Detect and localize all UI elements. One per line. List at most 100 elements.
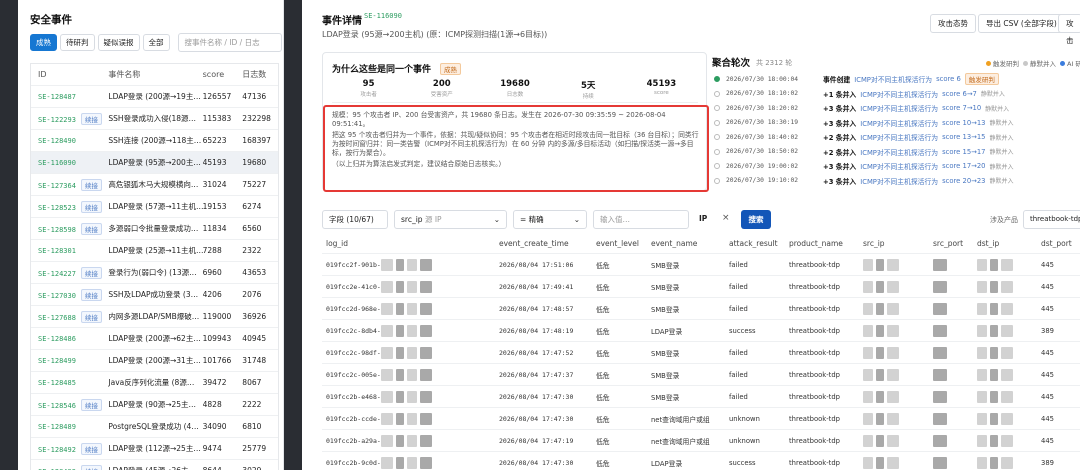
filter-mature[interactable]: 成熟	[30, 34, 57, 51]
event-score: 45193	[202, 158, 227, 167]
create-time-cell: 2026/08/04 17:47:30	[495, 393, 592, 401]
event-name: LDAP登录 (95源→200主…	[108, 158, 201, 167]
log-id-cell: 019fcc2f-901b-	[322, 258, 495, 271]
export-csv-button[interactable]: 导出 CSV (全部字段)	[978, 14, 1065, 33]
table-row[interactable]: 019fcc2b-e468- 2026/08/04 17:47:30 低危 SMB登录…	[322, 386, 1080, 408]
col-product-name[interactable]: product_name	[785, 239, 859, 248]
table-row[interactable]: 019fcc2c-98df- 2026/08/04 17:47:52 低危 SMB登录…	[322, 342, 1080, 364]
redacted-block	[933, 456, 947, 469]
value-input[interactable]: 输入值…	[593, 210, 689, 229]
round-item[interactable]: 2026/07/30 18:30:19 +3 条并入 ICMP对不同主机探活行为 sc…	[712, 116, 1080, 131]
event-row[interactable]: SE-127688 续接 内网多源LDAP/SMB爆破… 119000 36926	[31, 306, 278, 328]
col-dst-ip[interactable]: dst_ip	[973, 239, 1037, 248]
event-row[interactable]: SE-128489 PostgreSQL登录成功 (4… 34090 6810	[31, 416, 278, 438]
col-log-id[interactable]: log_id	[322, 239, 495, 248]
redacted-block	[977, 456, 987, 469]
event-row[interactable]: SE-128598 续接 多源弱口令批量登录成功… 11834 6560	[31, 218, 278, 240]
col-logs[interactable]: 日志数	[242, 69, 278, 80]
event-row[interactable]: SE-124227 续接 登录行为(弱口令) (13源… 6960 43653	[31, 262, 278, 284]
filter-false-positive[interactable]: 疑似误报	[97, 34, 140, 51]
dst-port-cell-text: 445	[1041, 260, 1054, 269]
event-row[interactable]: SE-116090 LDAP登录 (95源→200主… 45193 19680	[31, 152, 278, 174]
src-ip-select[interactable]: src_ip 源 IP ⌄	[394, 210, 507, 229]
col-id[interactable]: ID	[31, 70, 108, 79]
event-row[interactable]: SE-128499 LDAP登录 (200源→31主… 101766 31748	[31, 350, 278, 372]
attack-situation-button[interactable]: 攻击态势	[930, 14, 976, 33]
field-select[interactable]: 字段 (10/67)	[322, 210, 388, 229]
redacted-block	[990, 258, 998, 271]
event-row[interactable]: SE-128523 续接 LDAP登录 (57源→11主机… 19153 6274	[31, 196, 278, 218]
redacted-block	[876, 434, 884, 447]
redacted-block	[990, 412, 998, 425]
detail-event-id: SE-116090	[364, 12, 402, 20]
table-row[interactable]: 019fcc2e-41c0- 2026/08/04 17:49:41 低危 SMB登录…	[322, 276, 1080, 298]
dst-ip-cell	[973, 368, 1037, 381]
level-cell-text: 低危	[596, 327, 610, 336]
product-cell: threatbook-tdp	[785, 437, 859, 445]
level-cell-text: 低危	[596, 437, 610, 446]
event-id: SE-122293 续接	[31, 112, 108, 125]
event-log-count: 40945	[242, 334, 267, 343]
clear-icon[interactable]: ×	[722, 213, 730, 223]
search-button[interactable]: 搜索	[741, 210, 771, 229]
col-src-ip[interactable]: src_ip	[859, 239, 929, 248]
attack-result-cell: failed	[725, 349, 785, 357]
match-op-select[interactable]: = 精确 ⌄	[513, 210, 587, 229]
event-row[interactable]: SE-127030 续接 SSH及LDAP成功登录 (3… 4206 2076	[31, 284, 278, 306]
product-select[interactable]: threatbook-tdp	[1023, 210, 1080, 229]
create-time-cell-text: 2026/08/04 17:47:30	[499, 392, 574, 401]
rounds-timeline[interactable]: 2026/07/30 18:00:04 事件创建 ICMP对不同主机探活行为 scor…	[712, 72, 1080, 188]
create-time-cell: 2026/08/04 17:48:19	[495, 327, 592, 335]
event-row[interactable]: SE-128490 SSH连接 (200源→118主… 65223 168397	[31, 130, 278, 152]
event-row[interactable]: SE-128546 续接 LDAP登录 (90源→25主… 4828 2222	[31, 394, 278, 416]
product-cell-text: threatbook-tdp	[789, 458, 840, 467]
col-name[interactable]: 事件名称	[108, 69, 202, 80]
round-item[interactable]: 2026/07/30 19:10:02 +3 条并入 ICMP对不同主机探活行为 sc…	[712, 174, 1080, 189]
event-score: 4206	[202, 290, 222, 299]
attack-more-button[interactable]: 攻击	[1058, 14, 1080, 45]
src-port-cell	[929, 368, 973, 381]
round-item[interactable]: 2026/07/30 18:10:02 +1 条并入 ICMP对不同主机探活行为 sc…	[712, 87, 1080, 102]
event-row[interactable]: SE-128487 LDAP登录 (200源→19主… 126557 47136	[31, 86, 278, 108]
filter-all[interactable]: 全部	[142, 34, 170, 51]
event-row[interactable]: SE-122293 续接 SSH登录成功入侵(18源… 115383 232298	[31, 108, 278, 130]
round-item[interactable]: 2026/07/30 18:20:02 +3 条并入 ICMP对不同主机探活行为 sc…	[712, 101, 1080, 116]
create-time-cell: 2026/08/04 17:47:30	[495, 459, 592, 467]
filter-pending[interactable]: 待研判	[60, 34, 95, 51]
round-item[interactable]: 2026/07/30 19:00:02 +3 条并入 ICMP对不同主机探活行为 sc…	[712, 159, 1080, 174]
redacted-block	[395, 280, 404, 293]
redacted-block	[990, 346, 998, 359]
attack-result-cell-text: failed	[729, 260, 748, 269]
col-score[interactable]: score	[203, 70, 243, 79]
table-row[interactable]: 019fcc2f-901b- 2026/08/04 17:51:06 低危 SMB登录…	[322, 254, 1080, 276]
event-row[interactable]: SE-127364 续接 高危银狐木马大规模横向… 31024 75227	[31, 174, 278, 196]
event-row[interactable]: SE-128492 续接 LDAP登录 (112源→25主… 9474 25779	[31, 438, 278, 460]
col-src-port[interactable]: src_port	[929, 239, 973, 248]
col-event-level[interactable]: event_level	[592, 239, 647, 248]
round-time: 2026/07/30 18:40:02	[726, 133, 799, 141]
round-item[interactable]: 2026/07/30 18:40:02 +2 条并入 ICMP对不同主机探活行为 sc…	[712, 130, 1080, 145]
col-attack-result[interactable]: attack_result	[725, 239, 785, 248]
table-row[interactable]: 019fcc2d-968e- 2026/08/04 17:48:57 低危 SMB登录…	[322, 298, 1080, 320]
event-row[interactable]: SE-128301 LDAP登录 (25源→11主机… 7288 2322	[31, 240, 278, 262]
event-search-input[interactable]: 搜事件名称 / ID / 日志	[177, 33, 282, 52]
event-row[interactable]: SE-128486 LDAP登录 (200源→62主… 109943 40945	[31, 328, 278, 350]
dst-port-cell: 445	[1037, 349, 1080, 357]
create-time-cell: 2026/08/04 17:47:52	[495, 349, 592, 357]
col-dst-port[interactable]: dst_port	[1037, 239, 1080, 248]
col-event-create-time[interactable]: event_create_time	[495, 239, 592, 248]
redacted-block	[887, 368, 899, 381]
src-port-cell	[929, 324, 973, 337]
table-row[interactable]: 019fcc2c-8db4- 2026/08/04 17:48:19 低危 LDAP登…	[322, 320, 1080, 342]
event-row[interactable]: SE-128485 Java反序列化流量 (8源… 39472 8067	[31, 372, 278, 394]
col-event-name[interactable]: event_name	[647, 239, 725, 248]
event-row[interactable]: SE-128493续接LDAP登录 (45源→26主…86443029	[31, 460, 278, 470]
redacted-block	[933, 390, 947, 403]
round-item[interactable]: 2026/07/30 18:50:02 +2 条并入 ICMP对不同主机探活行为 sc…	[712, 145, 1080, 160]
table-row[interactable]: 019fcc2b-ccde- 2026/08/04 17:47:30 低危 net查询…	[322, 408, 1080, 430]
redacted-block	[933, 302, 947, 315]
table-row[interactable]: 019fcc2b-9c0d- 2026/08/04 17:47:30 低危 LDAP登…	[322, 452, 1080, 470]
round-item[interactable]: 2026/07/30 18:00:04 事件创建 ICMP对不同主机探活行为 scor…	[712, 72, 1080, 87]
table-row[interactable]: 019fcc2c-005e- 2026/08/04 17:47:37 低危 SMB登录…	[322, 364, 1080, 386]
table-row[interactable]: 019fcc2b-a29a- 2026/08/04 17:47:19 低危 net查询…	[322, 430, 1080, 452]
